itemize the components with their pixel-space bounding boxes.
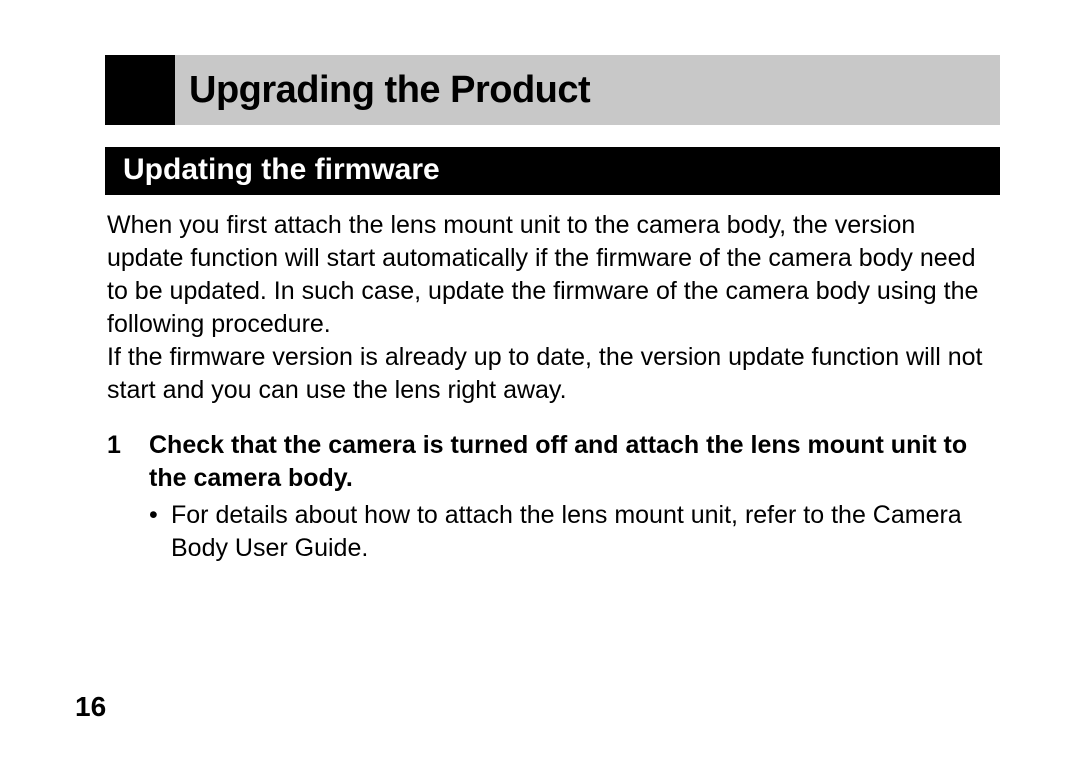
section-header: Upgrading the Product: [105, 55, 1000, 125]
section-title: Upgrading the Product: [189, 69, 590, 112]
section-header-bar: Upgrading the Product: [175, 55, 1000, 125]
intro-paragraph-2: If the firmware version is already up to…: [105, 341, 1000, 407]
step-number: 1: [107, 429, 149, 495]
step-text: Check that the camera is turned off and …: [149, 429, 998, 495]
bullet-icon: •: [149, 499, 171, 565]
bullet-text: For details about how to attach the lens…: [171, 499, 998, 565]
manual-page: Upgrading the Product Updating the firmw…: [0, 0, 1080, 565]
step-1: 1 Check that the camera is turned off an…: [107, 429, 998, 495]
intro-paragraph-1: When you first attach the lens mount uni…: [105, 209, 1000, 341]
page-number: 16: [75, 691, 106, 723]
section-header-accent: [105, 55, 175, 125]
step-block: 1 Check that the camera is turned off an…: [105, 429, 1000, 565]
subsection-title: Updating the firmware: [123, 153, 982, 187]
step-bullet: • For details about how to attach the le…: [107, 499, 998, 565]
subsection-header: Updating the firmware: [105, 147, 1000, 195]
